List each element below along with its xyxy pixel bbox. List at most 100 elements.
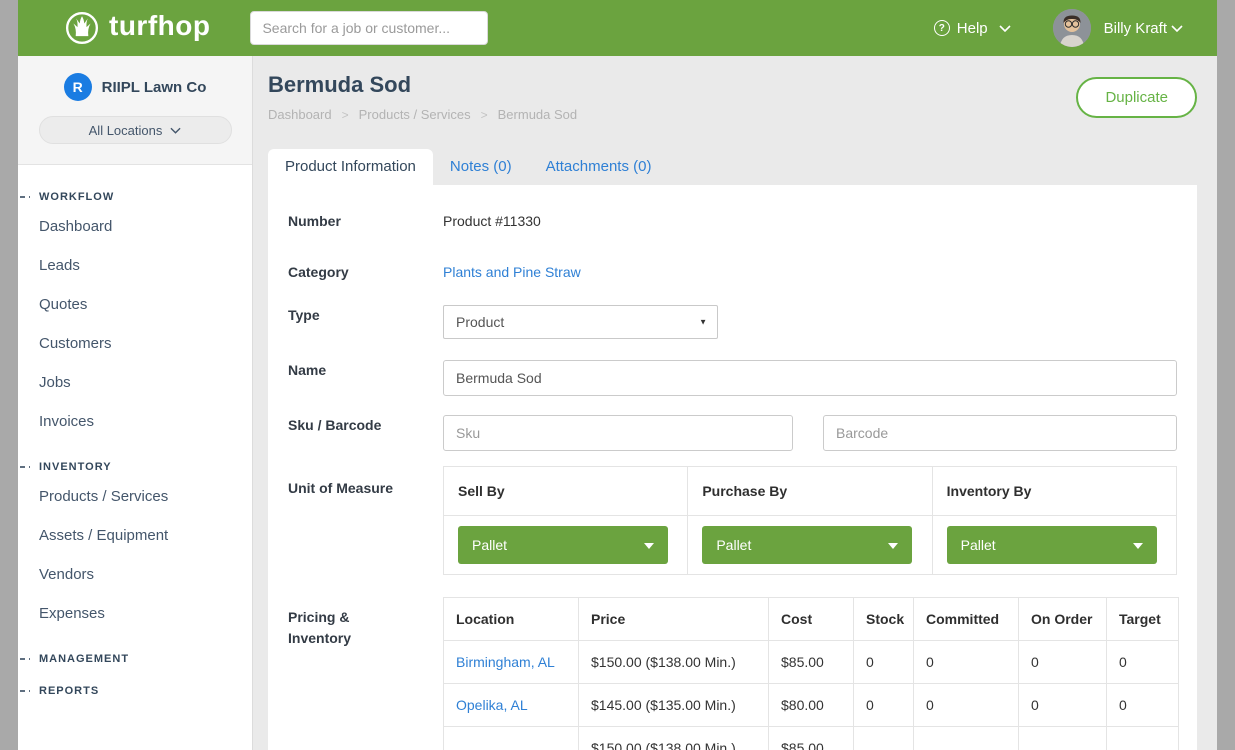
purchase-by-value: Pallet (716, 537, 751, 553)
table-row-partial: $150.00 ($138.00 Min.) $85.00 (444, 727, 1179, 750)
sell-by-value: Pallet (472, 537, 507, 553)
grass-logo-icon (64, 10, 100, 46)
help-label: Help (957, 20, 988, 37)
committed-cell: 0 (914, 684, 1019, 727)
on-order-cell: 0 (1019, 684, 1107, 727)
sidebar-item-customers[interactable]: Customers (18, 324, 252, 363)
pricing-label-line2: Inventory (288, 628, 443, 649)
type-select[interactable]: Product ▼ (443, 305, 718, 339)
breadcrumb-current: Bermuda Sod (498, 107, 578, 122)
col-committed: Committed (914, 598, 1019, 641)
global-search-input[interactable] (250, 11, 488, 45)
cost-cell: $85.00 (769, 641, 854, 684)
sidebar-item-vendors[interactable]: Vendors (18, 555, 252, 594)
category-link[interactable]: Plants and Pine Straw (443, 264, 581, 280)
caret-down-icon: ▼ (699, 318, 707, 327)
sku-input[interactable] (443, 415, 793, 451)
purchase-by-dropdown[interactable]: Pallet (702, 526, 912, 564)
target-cell: 0 (1107, 684, 1179, 727)
category-row: Category Plants and Pine Straw (288, 262, 1177, 282)
page-header: Bermuda Sod Dashboard > Products / Servi… (253, 56, 1217, 122)
help-menu[interactable]: ? Help (934, 20, 1011, 37)
committed-cell (914, 727, 1019, 750)
sidebar: R RIIPL Lawn Co All Locations WORKFLOW D… (18, 56, 253, 750)
sidebar-item-invoices[interactable]: Invoices (18, 402, 252, 441)
price-cell: $145.00 ($135.00 Min.) (579, 684, 769, 727)
nav-section-inventory: INVENTORY (18, 461, 252, 473)
stock-cell (854, 727, 914, 750)
user-name: Billy Kraft (1104, 20, 1167, 37)
number-row: Number Product #11330 (288, 211, 1177, 231)
price-cell: $150.00 ($138.00 Min.) (579, 727, 769, 750)
user-menu[interactable]: Billy Kraft (1053, 9, 1183, 47)
on-order-cell (1019, 727, 1107, 750)
stock-cell: 0 (854, 684, 914, 727)
chevron-down-icon (999, 25, 1011, 32)
price-cell: $150.00 ($138.00 Min.) (579, 641, 769, 684)
company-panel: R RIIPL Lawn Co All Locations (18, 56, 252, 165)
barcode-input[interactable] (823, 415, 1177, 451)
col-cost: Cost (769, 598, 854, 641)
nav-section-workflow: WORKFLOW (18, 191, 252, 203)
main-content: Bermuda Sod Dashboard > Products / Servi… (253, 56, 1217, 750)
nav-section-reports[interactable]: REPORTS (18, 685, 252, 697)
sidebar-item-assets-equipment[interactable]: Assets / Equipment (18, 516, 252, 555)
sidebar-item-jobs[interactable]: Jobs (18, 363, 252, 402)
location-filter-label: All Locations (89, 123, 163, 138)
target-cell (1107, 727, 1179, 750)
sell-by-dropdown[interactable]: Pallet (458, 526, 668, 564)
inventory-by-dropdown[interactable]: Pallet (947, 526, 1157, 564)
table-row: Birmingham, AL $150.00 ($138.00 Min.) $8… (444, 641, 1179, 684)
right-edge-scrollbar (1217, 0, 1235, 750)
col-target: Target (1107, 598, 1179, 641)
number-value: Product #11330 (443, 211, 1177, 231)
tab-product-information[interactable]: Product Information (268, 149, 433, 185)
unit-of-measure-row: Unit of Measure Sell By Purchase By Inve… (288, 466, 1177, 575)
target-cell: 0 (1107, 641, 1179, 684)
company-name: RIIPL Lawn Co (102, 79, 207, 96)
chevron-down-icon (170, 127, 181, 134)
user-avatar (1053, 9, 1091, 47)
location-link-opelika[interactable]: Opelika, AL (456, 697, 528, 713)
type-label: Type (288, 305, 443, 339)
inventory-by-value: Pallet (961, 537, 996, 553)
uom-header-purchase-by: Purchase By (688, 467, 932, 516)
app-window: turfhop ? Help Billy Kraft (0, 0, 1235, 750)
stock-cell: 0 (854, 641, 914, 684)
number-label: Number (288, 211, 443, 231)
pricing-inventory-label: Pricing & Inventory (288, 597, 443, 750)
tab-notes[interactable]: Notes (0) (433, 149, 529, 185)
breadcrumb-products-services[interactable]: Products / Services (359, 107, 471, 122)
duplicate-button[interactable]: Duplicate (1076, 77, 1197, 118)
sidebar-item-quotes[interactable]: Quotes (18, 285, 252, 324)
sidebar-item-dashboard[interactable]: Dashboard (18, 207, 252, 246)
location-link-birmingham[interactable]: Birmingham, AL (456, 654, 555, 670)
col-stock: Stock (854, 598, 914, 641)
sidebar-nav: WORKFLOW Dashboard Leads Quotes Customer… (18, 165, 252, 697)
category-label: Category (288, 262, 443, 282)
breadcrumb-dashboard[interactable]: Dashboard (268, 107, 332, 122)
page-title: Bermuda Sod (268, 72, 577, 98)
sidebar-item-leads[interactable]: Leads (18, 246, 252, 285)
location-cell (444, 727, 579, 750)
top-header: turfhop ? Help Billy Kraft (18, 0, 1217, 56)
name-input[interactable] (443, 360, 1177, 396)
company-row: R RIIPL Lawn Co (38, 73, 232, 101)
help-icon: ? (934, 20, 950, 36)
type-select-value: Product (456, 314, 504, 330)
app-logo[interactable]: turfhop (64, 10, 210, 46)
product-information-panel: Number Product #11330 Category Plants an… (268, 185, 1197, 750)
tab-attachments[interactable]: Attachments (0) (529, 149, 669, 185)
logo-text: turfhop (109, 12, 210, 44)
sidebar-item-products-services[interactable]: Products / Services (18, 477, 252, 516)
committed-cell: 0 (914, 641, 1019, 684)
tab-bar: Product Information Notes (0) Attachment… (268, 149, 1217, 185)
breadcrumb-separator: > (481, 108, 488, 122)
location-filter-dropdown[interactable]: All Locations (39, 116, 232, 144)
cost-cell: $85.00 (769, 727, 854, 750)
cost-cell: $80.00 (769, 684, 854, 727)
sidebar-item-expenses[interactable]: Expenses (18, 594, 252, 633)
nav-section-management[interactable]: MANAGEMENT (18, 653, 252, 665)
uom-header-inventory-by: Inventory By (932, 467, 1176, 516)
left-edge-scrollbar (0, 0, 18, 750)
